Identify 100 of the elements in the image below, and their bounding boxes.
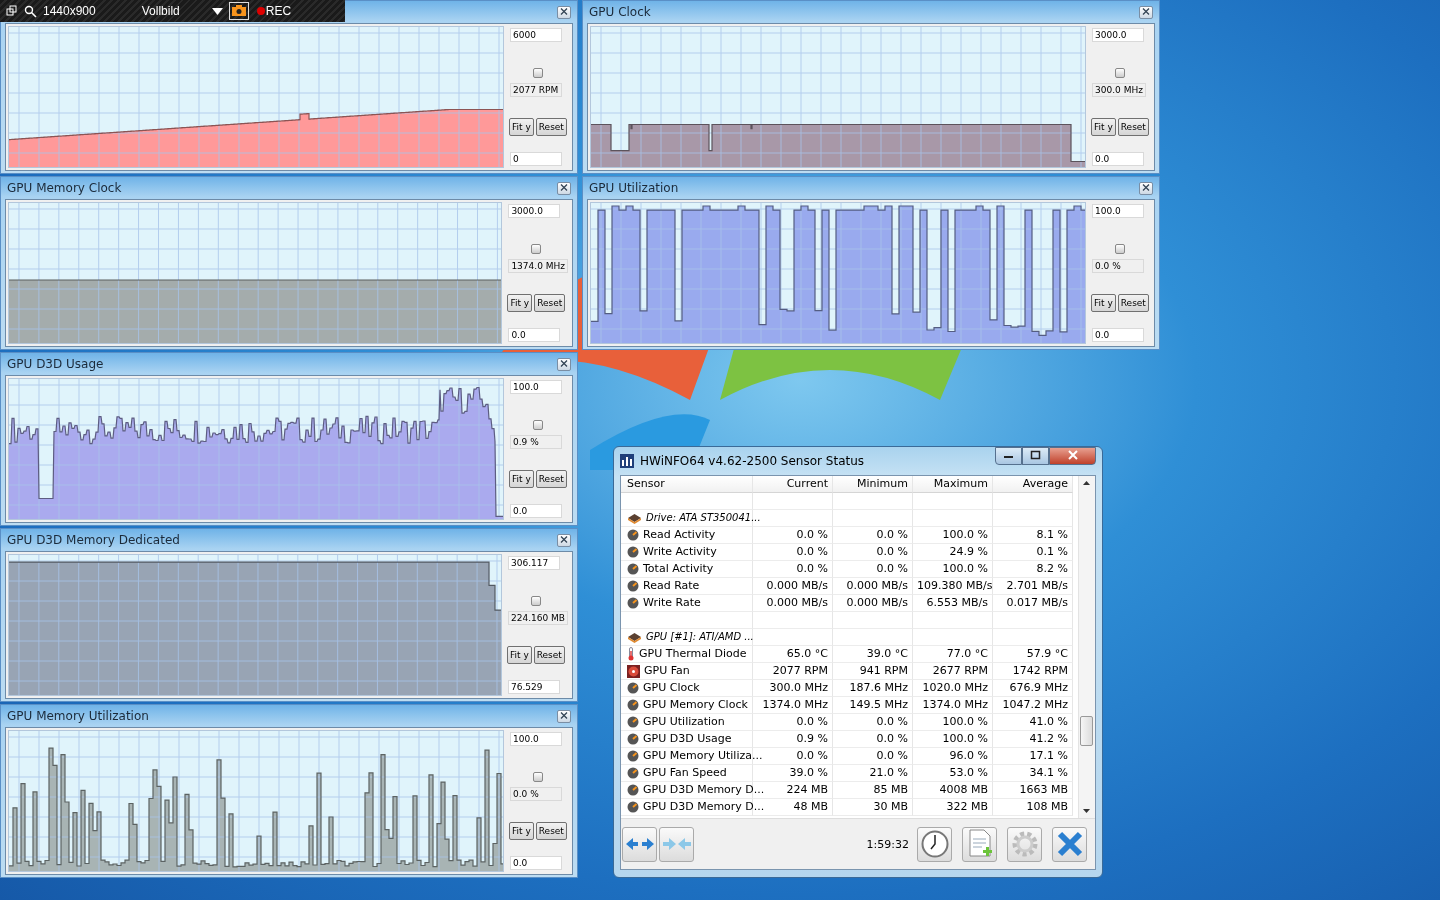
value-cell: 676.9 MHz bbox=[993, 680, 1073, 697]
close-icon bbox=[560, 183, 568, 191]
value-cell: 41.2 % bbox=[993, 731, 1073, 748]
value-cell: 300.0 MHz bbox=[753, 680, 833, 697]
sensor-name[interactable]: GPU Memory Utiliza... bbox=[643, 748, 763, 764]
close-button[interactable] bbox=[557, 181, 571, 195]
close-button[interactable] bbox=[557, 357, 571, 371]
fit-y-button[interactable]: Fit y bbox=[1091, 294, 1116, 312]
close-button[interactable] bbox=[557, 709, 571, 723]
reset-button[interactable]: Reset bbox=[535, 470, 567, 488]
max-field[interactable]: 3000.0 bbox=[508, 204, 561, 218]
max-field[interactable]: 6000 bbox=[510, 28, 562, 42]
value-cell: 6.553 MB/s bbox=[913, 595, 993, 612]
min-field[interactable]: 0.0 bbox=[1092, 152, 1144, 166]
scrollbar[interactable] bbox=[1078, 476, 1095, 818]
fit-y-button[interactable]: Fit y bbox=[509, 822, 534, 840]
checkbox[interactable] bbox=[533, 420, 543, 430]
value-cell: 0.000 MB/s bbox=[833, 595, 913, 612]
reset-button[interactable]: Reset bbox=[535, 822, 567, 840]
value-cell: 187.6 MHz bbox=[833, 680, 913, 697]
min-field[interactable]: 0.0 bbox=[1092, 328, 1144, 342]
scroll-thumb[interactable] bbox=[1080, 716, 1093, 746]
fit-y-button[interactable]: Fit y bbox=[506, 646, 532, 664]
window-title: GPU Memory Clock bbox=[7, 181, 122, 195]
sensor-name[interactable]: GPU Fan bbox=[644, 663, 690, 679]
close-button[interactable] bbox=[1139, 181, 1153, 195]
checkbox[interactable] bbox=[1115, 244, 1125, 254]
current-reading: 0.9 % bbox=[510, 435, 562, 449]
column-header[interactable]: Maximum bbox=[913, 476, 993, 493]
value-cell: 30 MB bbox=[833, 799, 913, 816]
window-restore-icon[interactable] bbox=[6, 5, 18, 17]
sensor-name[interactable]: Total Activity bbox=[643, 561, 714, 577]
fit-y-button[interactable]: Fit y bbox=[509, 118, 534, 136]
close-button[interactable] bbox=[557, 5, 571, 19]
close-button[interactable] bbox=[557, 533, 571, 547]
sensor-name[interactable]: Write Activity bbox=[643, 544, 717, 560]
reset-button[interactable]: Reset bbox=[534, 294, 566, 312]
app-icon bbox=[620, 454, 634, 468]
scroll-up-icon[interactable] bbox=[1083, 481, 1090, 485]
sensor-name[interactable]: Write Rate bbox=[643, 595, 701, 611]
value-cell: 57.9 °C bbox=[993, 646, 1073, 663]
camera-icon[interactable] bbox=[228, 2, 249, 20]
checkbox[interactable] bbox=[531, 244, 542, 254]
gauge-icon bbox=[627, 597, 639, 609]
record-label[interactable]: REC bbox=[265, 4, 292, 18]
reset-button[interactable]: Reset bbox=[533, 646, 565, 664]
min-field[interactable]: 0.0 bbox=[508, 328, 561, 342]
maximize-button[interactable] bbox=[1022, 447, 1049, 465]
dropdown-caret-icon[interactable] bbox=[211, 7, 223, 15]
scroll-down-icon[interactable] bbox=[1083, 809, 1090, 813]
value-cell: 2077 RPM bbox=[753, 663, 833, 680]
clock-button[interactable] bbox=[917, 826, 952, 862]
close-icon bbox=[560, 711, 568, 719]
fit-y-button[interactable]: Fit y bbox=[1091, 118, 1116, 136]
max-field[interactable]: 306.117 bbox=[507, 556, 560, 570]
min-field[interactable]: 0.0 bbox=[510, 856, 562, 870]
min-field[interactable]: 0.0 bbox=[510, 504, 562, 518]
column-header[interactable]: Average bbox=[993, 476, 1073, 493]
fit-y-button[interactable]: Fit y bbox=[509, 470, 534, 488]
max-field[interactable]: 3000.0 bbox=[1092, 28, 1144, 42]
value-cell: 65.0 °C bbox=[753, 646, 833, 663]
checkbox[interactable] bbox=[533, 68, 543, 78]
close-button[interactable] bbox=[1052, 826, 1087, 862]
sensor-name[interactable]: GPU Utilization bbox=[643, 714, 725, 730]
sensor-name[interactable]: Read Rate bbox=[643, 578, 700, 594]
reset-button[interactable]: Reset bbox=[535, 118, 567, 136]
sensor-name[interactable]: GPU D3D Memory D... bbox=[643, 782, 765, 798]
sensor-name[interactable]: GPU Memory Clock bbox=[643, 697, 748, 713]
sensor-name[interactable]: GPU Thermal Diode bbox=[639, 646, 747, 662]
min-field[interactable]: 0 bbox=[510, 152, 562, 166]
reset-button[interactable]: Reset bbox=[1117, 118, 1149, 136]
max-field[interactable]: 100.0 bbox=[1092, 204, 1144, 218]
minimize-button[interactable] bbox=[995, 447, 1022, 465]
checkbox[interactable] bbox=[533, 772, 543, 782]
fit-y-button[interactable]: Fit y bbox=[507, 294, 533, 312]
column-header[interactable]: Minimum bbox=[833, 476, 913, 493]
close-button[interactable] bbox=[1049, 447, 1096, 465]
column-header[interactable]: Current bbox=[753, 476, 833, 493]
close-icon bbox=[560, 359, 568, 367]
min-field[interactable]: 76.529 bbox=[507, 680, 560, 694]
value-cell: 0.0 % bbox=[833, 731, 913, 748]
max-field[interactable]: 100.0 bbox=[510, 380, 562, 394]
sensor-group-label[interactable]: GPU [#1]: ATI/AMD ... bbox=[646, 629, 754, 645]
sensor-group-label[interactable]: Drive: ATA ST350041... bbox=[646, 510, 761, 526]
sensor-name[interactable]: GPU D3D Memory D... bbox=[643, 799, 765, 815]
sensor-name[interactable]: Read Activity bbox=[643, 527, 716, 543]
value-cell: 8.1 % bbox=[993, 527, 1073, 544]
sensor-name[interactable]: GPU Clock bbox=[643, 680, 700, 696]
checkbox[interactable] bbox=[530, 596, 541, 606]
search-icon[interactable] bbox=[24, 4, 37, 18]
chip-icon bbox=[627, 631, 642, 643]
checkbox[interactable] bbox=[1115, 68, 1125, 78]
close-button[interactable] bbox=[1139, 5, 1153, 19]
sensor-name[interactable]: GPU Fan Speed bbox=[643, 765, 727, 781]
expand-arrows-button[interactable] bbox=[622, 826, 657, 862]
reset-button[interactable]: Reset bbox=[1117, 294, 1149, 312]
max-field[interactable]: 100.0 bbox=[510, 732, 562, 746]
current-reading: 224.160 MB bbox=[507, 611, 568, 625]
column-header[interactable]: Sensor bbox=[621, 476, 753, 493]
sensor-name[interactable]: GPU D3D Usage bbox=[643, 731, 732, 747]
